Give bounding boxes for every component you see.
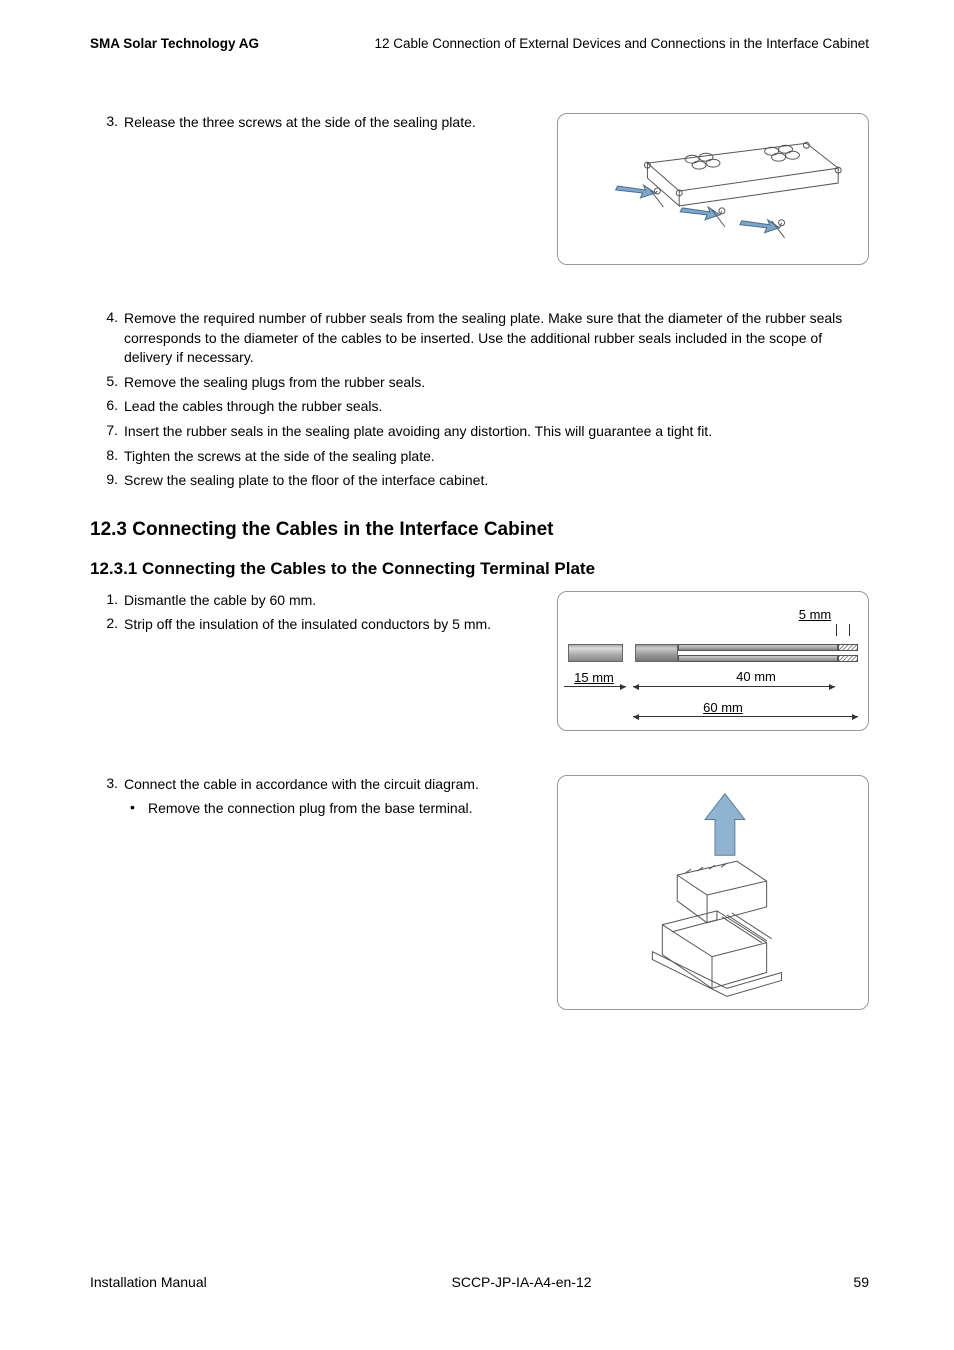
step-text: Strip off the insulation of the insulate… <box>124 615 537 635</box>
step-text: Lead the cables through the rubber seals… <box>124 397 869 417</box>
heading-12-3-1: 12.3.1 Connecting the Cables to the Conn… <box>90 559 869 579</box>
dim-40mm: 40 mm <box>726 669 786 684</box>
page-footer: Installation Manual SCCP-JP-IA-A4-en-12 … <box>90 1274 869 1290</box>
page-header: SMA Solar Technology AG 12 Cable Connect… <box>90 36 869 51</box>
step-text: Screw the sealing plate to the floor of … <box>124 471 869 491</box>
step-number: 9. <box>90 471 118 487</box>
step-number: 1. <box>90 591 118 607</box>
step-number: 5. <box>90 373 118 389</box>
dim-60mm: 60 mm <box>693 700 753 715</box>
step-number: 8. <box>90 447 118 463</box>
step-number: 6. <box>90 397 118 413</box>
step-text: Tighten the screws at the side of the se… <box>124 447 869 467</box>
step-text: Remove the sealing plugs from the rubber… <box>124 373 869 393</box>
dim-15mm: 15 mm <box>566 670 622 685</box>
footer-doc-id: SCCP-JP-IA-A4-en-12 <box>451 1274 591 1290</box>
header-chapter: 12 Cable Connection of External Devices … <box>374 36 869 51</box>
step-number: 3. <box>90 775 118 791</box>
heading-12-3: 12.3 Connecting the Cables in the Interf… <box>90 519 869 541</box>
step-text: Dismantle the cable by 60 mm. <box>124 591 537 611</box>
figure-terminal-plug <box>557 775 869 1010</box>
figure-sealing-plate <box>557 113 869 265</box>
dim-5mm: 5 mm <box>790 607 840 622</box>
steps-4-to-9: 4. Remove the required number of rubber … <box>90 309 869 491</box>
step-number: 4. <box>90 309 118 325</box>
steps-1-2-row: 1. Dismantle the cable by 60 mm. 2. Stri… <box>90 591 869 731</box>
step-text: Connect the cable in accordance with the… <box>124 775 537 795</box>
bullet-text: Remove the connection plug from the base… <box>148 799 537 819</box>
step-number: 7. <box>90 422 118 438</box>
figure-cable-strip: 5 mm 15 mm 40 mm 60 mm <box>557 591 869 731</box>
step-text: Release the three screws at the side of … <box>124 113 537 133</box>
step-3-row: 3. Release the three screws at the side … <box>90 113 869 265</box>
step-text: Remove the required number of rubber sea… <box>124 309 869 368</box>
bullet-icon: • <box>130 799 148 815</box>
header-company: SMA Solar Technology AG <box>90 36 259 51</box>
step-number: 2. <box>90 615 118 631</box>
footer-page-number: 59 <box>853 1274 869 1290</box>
footer-left: Installation Manual <box>90 1274 207 1290</box>
step-number: 3. <box>90 113 118 129</box>
step-text: Insert the rubber seals in the sealing p… <box>124 422 869 442</box>
step-3b-row: 3. Connect the cable in accordance with … <box>90 775 869 1010</box>
